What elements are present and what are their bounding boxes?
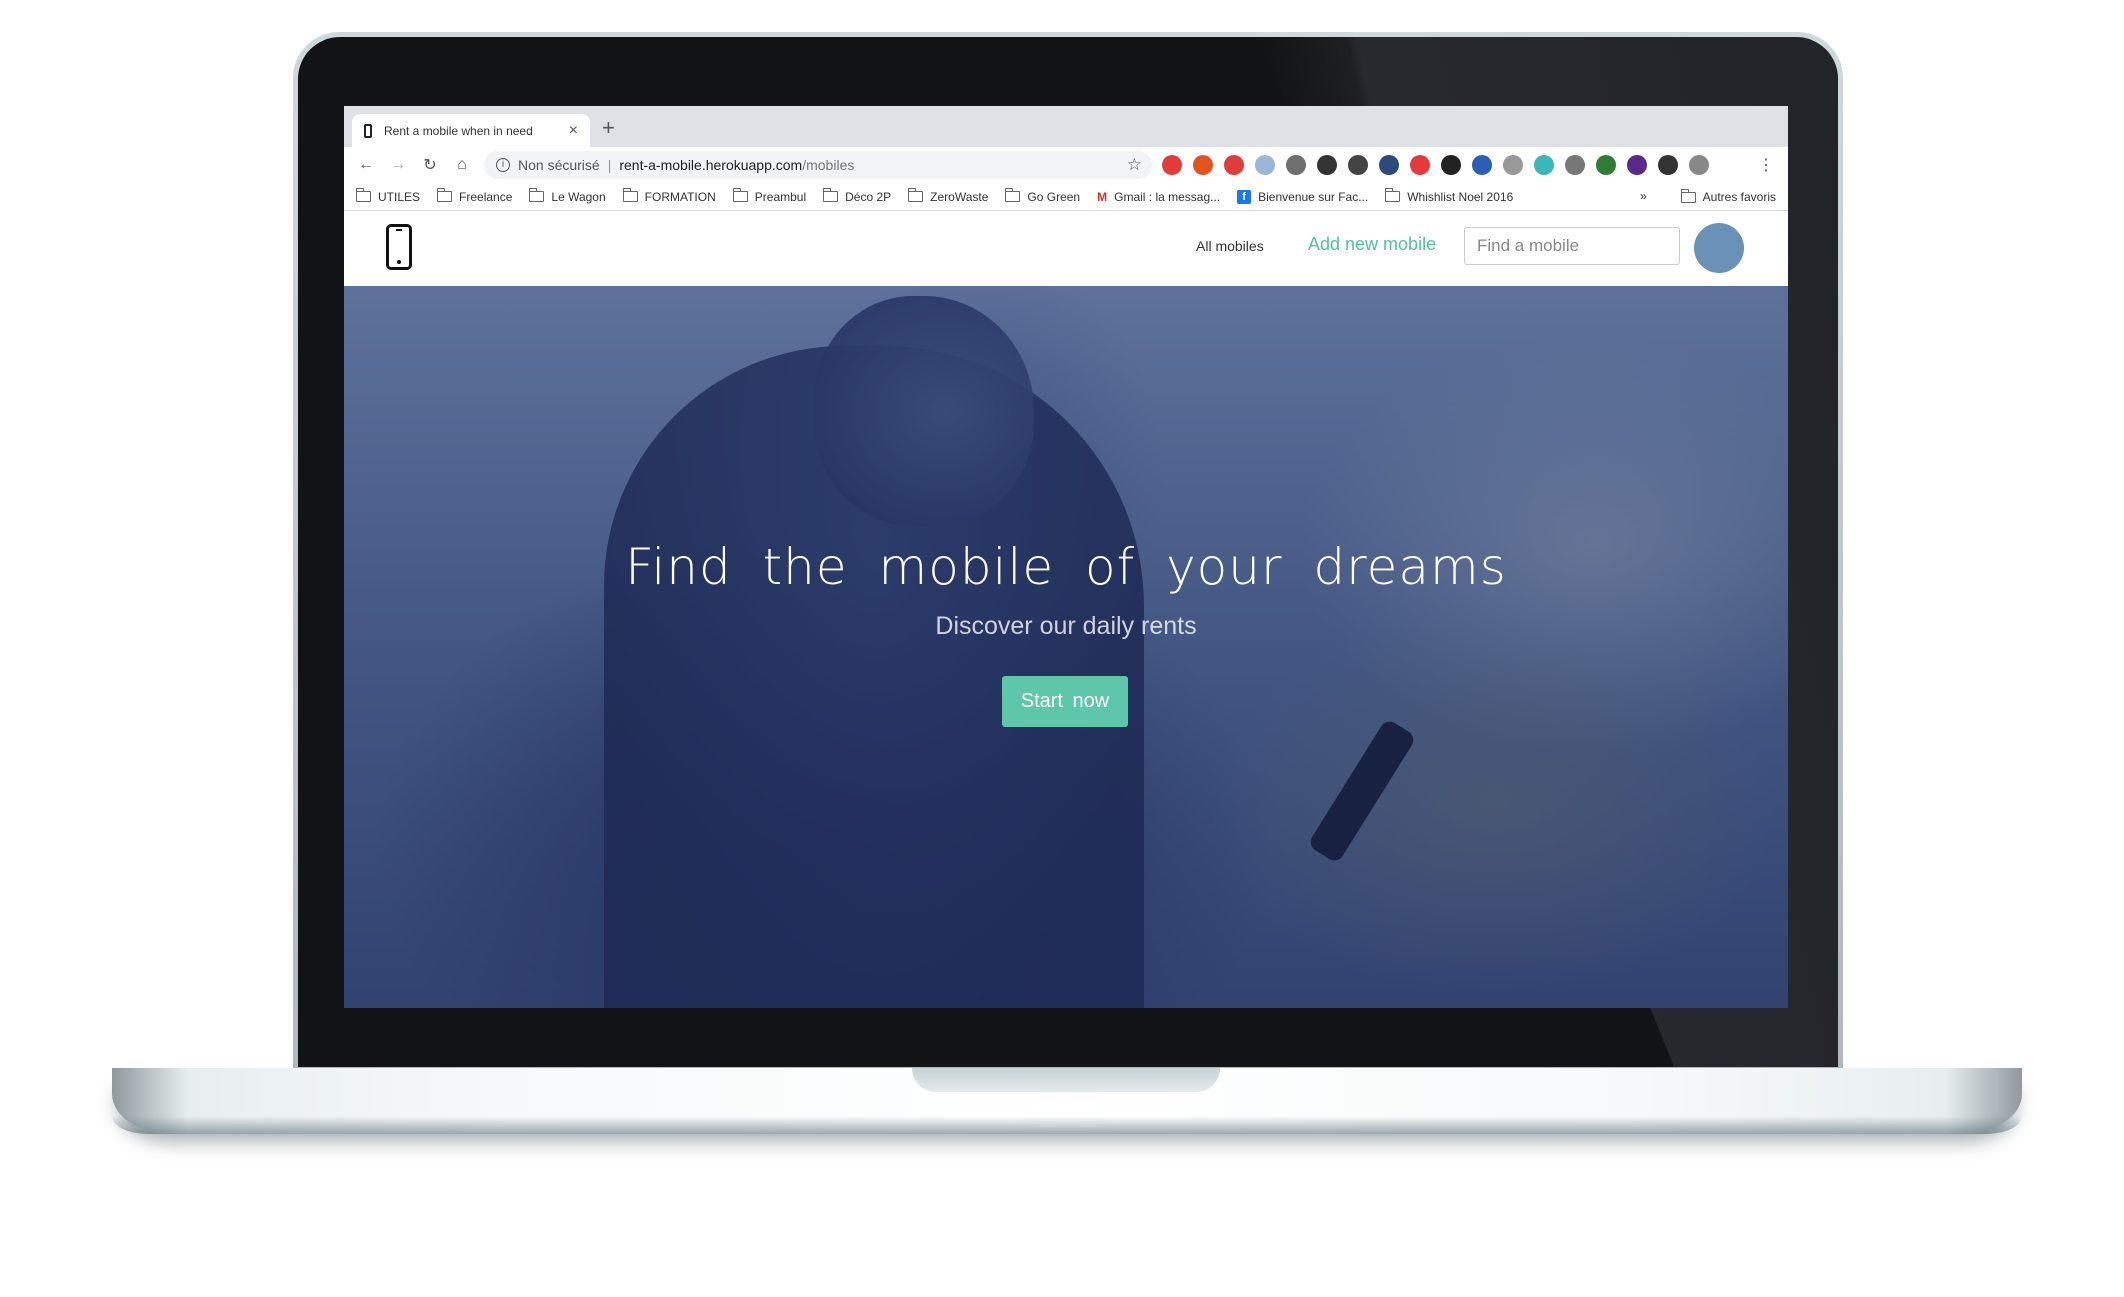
extension-icon[interactable] — [1317, 155, 1337, 175]
bookmark-label: Bienvenue sur Fac... — [1258, 189, 1369, 204]
phone-favicon-icon — [364, 123, 372, 138]
bookmark-star-icon[interactable]: ☆ — [1127, 155, 1142, 175]
bookmark-label: Go Green — [1027, 189, 1081, 204]
avatar[interactable] — [1694, 223, 1744, 273]
extension-icon[interactable] — [1503, 155, 1523, 175]
laptop-mockup: Rent a mobile when in need × + ← → ↻ ⌂ i… — [0, 0, 2124, 1297]
facebook-icon: f — [1237, 189, 1252, 204]
extension-icon[interactable] — [1596, 155, 1616, 175]
tab-title: Rent a mobile when in need — [384, 123, 533, 138]
extension-icon[interactable] — [1689, 155, 1709, 175]
more-bookmarks-chevron-icon[interactable]: » — [1640, 189, 1647, 203]
other-bookmarks-label: Autres favoris — [1702, 190, 1776, 204]
hero-overlay — [344, 286, 1788, 1008]
extension-icon[interactable] — [1348, 155, 1368, 175]
browser-toolbar: ← → ↻ ⌂ i Non sécurisé | rent-a-mobile.h… — [344, 147, 1788, 183]
url-separator: | — [607, 157, 612, 173]
extension-icon[interactable] — [1441, 155, 1461, 175]
hero-subtitle: Discover our daily rents — [935, 612, 1197, 640]
nav-all-mobiles-link[interactable]: All mobiles — [1196, 238, 1264, 254]
extension-icon[interactable] — [1193, 155, 1213, 175]
bookmark-label: Le Wagon — [551, 189, 606, 204]
reload-icon[interactable]: ↻ — [414, 155, 446, 175]
folder-icon — [908, 188, 924, 202]
security-status: Non sécurisé — [518, 157, 600, 173]
extension-icon[interactable] — [1286, 155, 1306, 175]
bookmark-label: Gmail : la messag... — [1114, 189, 1221, 204]
bookmarks-bar: UTILES Freelance Le Wagon FORMATION Prea… — [344, 183, 1788, 211]
browser-tab[interactable]: Rent a mobile when in need × — [352, 114, 590, 147]
extension-icon[interactable] — [1224, 155, 1244, 175]
other-bookmarks[interactable]: Autres favoris — [1680, 183, 1776, 211]
extension-icon[interactable] — [1162, 155, 1182, 175]
info-icon[interactable]: i — [496, 158, 510, 172]
start-now-button[interactable]: Start now — [1002, 676, 1128, 727]
extension-icon[interactable] — [1255, 155, 1275, 175]
bookmark-formation[interactable]: FORMATION — [622, 188, 716, 204]
bookmark-freelance[interactable]: Freelance — [437, 188, 513, 204]
browser-window: Rent a mobile when in need × + ← → ↻ ⌂ i… — [344, 106, 1788, 1008]
extensions-bar — [1162, 155, 1709, 175]
bookmark-go-green[interactable]: Go Green — [1005, 188, 1081, 204]
bookmark-label: Déco 2P — [845, 189, 892, 204]
folder-icon — [732, 188, 748, 202]
folder-icon — [622, 188, 638, 202]
bookmark-whishlist[interactable]: Whishlist Noel 2016 — [1385, 188, 1514, 204]
bookmark-utiles[interactable]: UTILES — [356, 188, 421, 204]
extension-icon[interactable] — [1379, 155, 1399, 175]
site-navbar: All mobiles Add new mobile — [344, 212, 1788, 282]
bookmark-label: Whishlist Noel 2016 — [1407, 189, 1514, 204]
folder-icon — [1680, 188, 1696, 203]
new-tab-button[interactable]: + — [602, 115, 615, 141]
folder-icon — [823, 188, 839, 202]
bookmark-label: ZeroWaste — [930, 189, 989, 204]
extension-icon[interactable] — [1565, 155, 1585, 175]
bookmark-gmail[interactable]: M Gmail : la messag... — [1097, 190, 1220, 204]
folder-icon — [1005, 188, 1021, 202]
bookmark-le-wagon[interactable]: Le Wagon — [529, 188, 606, 204]
base-edge — [112, 1116, 2022, 1134]
folder-icon — [356, 188, 371, 202]
address-bar[interactable]: i Non sécurisé | rent-a-mobile.herokuapp… — [484, 151, 1152, 179]
extension-icon[interactable] — [1410, 155, 1430, 175]
bookmark-zerowaste[interactable]: ZeroWaste — [908, 188, 989, 204]
gmail-icon: M — [1097, 189, 1108, 204]
bookmark-preambul[interactable]: Preambul — [732, 188, 807, 204]
hero-banner: Find the mobile of your dreams Discover … — [344, 286, 1788, 1008]
hero-title: Find the mobile of your dreams — [625, 538, 1507, 596]
search-input[interactable] — [1464, 227, 1680, 265]
phone-logo-icon[interactable] — [386, 224, 412, 270]
home-icon[interactable]: ⌂ — [446, 156, 478, 174]
laptop-notch — [912, 1068, 1220, 1092]
extension-icon[interactable] — [1658, 155, 1678, 175]
back-icon[interactable]: ← — [350, 156, 382, 174]
bookmark-label: Preambul — [754, 189, 807, 204]
bookmark-deco-2p[interactable]: Déco 2P — [823, 188, 892, 204]
close-tab-icon[interactable]: × — [569, 122, 578, 140]
folder-icon — [1385, 188, 1401, 202]
url-domain: rent-a-mobile.herokuapp.com — [619, 157, 803, 173]
forward-icon[interactable]: → — [382, 156, 414, 174]
tab-bar: Rent a mobile when in need × + — [344, 106, 1788, 147]
folder-icon — [437, 188, 453, 202]
browser-menu-icon[interactable]: ⋮ — [1758, 155, 1774, 175]
nav-add-mobile-link[interactable]: Add new mobile — [1308, 234, 1436, 255]
extension-icon[interactable] — [1472, 155, 1492, 175]
bookmark-label: FORMATION — [644, 189, 716, 204]
bookmark-facebook[interactable]: f Bienvenue sur Fac... — [1237, 189, 1369, 204]
extension-icon[interactable] — [1627, 155, 1647, 175]
folder-icon — [529, 188, 545, 202]
bookmark-label: Freelance — [459, 189, 513, 204]
extension-icon[interactable] — [1534, 155, 1554, 175]
url-path: /mobiles — [802, 157, 855, 173]
bookmark-label: UTILES — [378, 189, 421, 204]
